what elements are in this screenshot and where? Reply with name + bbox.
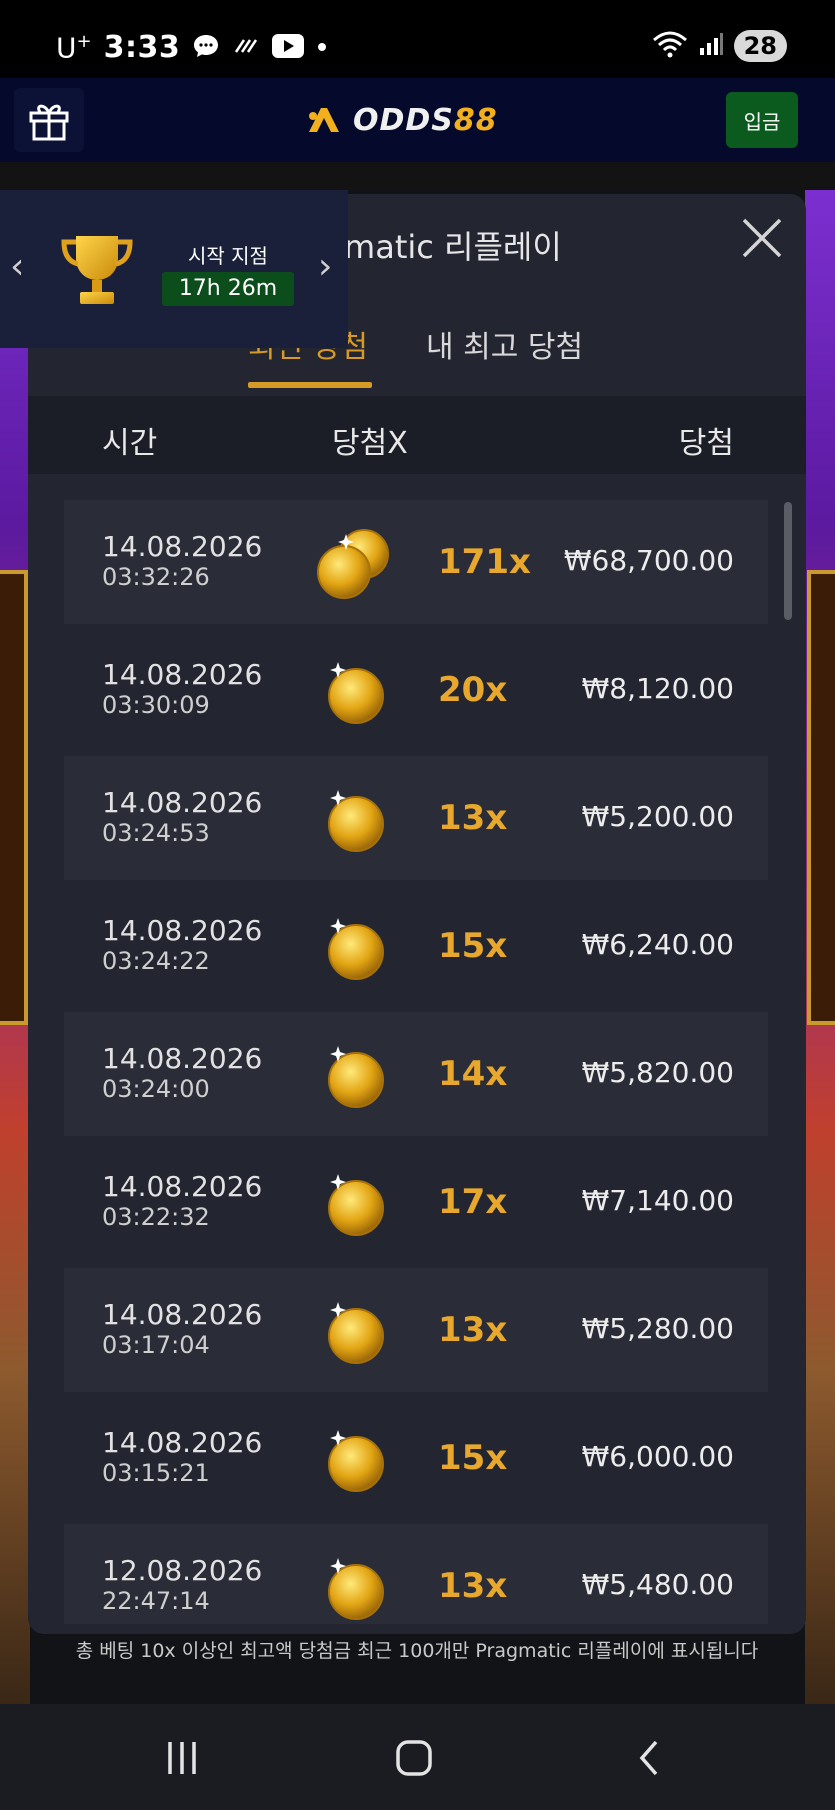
row-amount: ₩68,700.00 (563, 544, 734, 577)
row-time: 03:30:09 (102, 691, 210, 719)
chat-icon (192, 33, 220, 63)
dot-icon (316, 38, 328, 57)
status-right: 28 (652, 30, 787, 62)
tournament-banner[interactable]: ‹ 시작 지점 17h 26m › (0, 190, 348, 348)
row-time: 03:15:21 (102, 1459, 210, 1487)
recent-apps-icon[interactable] (164, 1736, 200, 1780)
row-multiplier: 14x (438, 1054, 508, 1094)
row-time: 03:32:26 (102, 563, 210, 591)
row-amount: ₩8,120.00 (581, 672, 734, 705)
row-date: 14.08.2026 (102, 1298, 263, 1331)
close-button[interactable] (740, 216, 784, 260)
gift-button[interactable] (14, 88, 84, 152)
row-amount: ₩7,140.00 (581, 1184, 734, 1217)
row-time: 03:17:04 (102, 1331, 210, 1359)
app-header: ODDS88 입금 (0, 78, 835, 162)
row-time: 03:24:53 (102, 819, 210, 847)
deposit-button[interactable]: 입금 (726, 92, 798, 148)
row-date: 14.08.2026 (102, 1170, 263, 1203)
row-amount: ₩5,820.00 (581, 1056, 734, 1089)
row-time: 03:24:22 (102, 947, 210, 975)
row-multiplier: 13x (438, 1566, 508, 1606)
system-nav-bar (0, 1704, 835, 1810)
column-multiplier: 당첨X (332, 426, 408, 461)
game-top-strip (0, 162, 835, 190)
win-row[interactable]: 14.08.2026 03:30:09 20x ₩8,120.00 (64, 628, 768, 752)
replay-modal: Pragmatic 리플레이 최신 당첨 내 최고 당첨 시간 당첨X 당첨 1… (28, 194, 806, 1634)
status-left: U+ 3:33 (56, 30, 328, 65)
coin-icon (328, 1302, 384, 1364)
wins-list[interactable]: 14.08.2026 03:32:26 171x ₩68,700.00 14.0… (64, 500, 768, 1624)
tab-my-best-wins[interactable]: 내 최고 당첨 (426, 322, 583, 366)
row-date: 14.08.2026 (102, 530, 263, 563)
replay-footnote: 총 베팅 10x 이상인 최고액 당첨금 최근 100개만 Pragmatic … (75, 1640, 759, 1662)
logo-text: ODDS88 (353, 102, 498, 138)
win-row[interactable]: 12.08.2026 22:47:14 13x ₩5,480.00 (64, 1524, 768, 1624)
status-bar: U+ 3:33 28 (0, 0, 835, 78)
carrier-label: U+ (56, 30, 92, 65)
row-multiplier: 17x (438, 1182, 508, 1222)
row-multiplier: 13x (438, 1310, 508, 1350)
row-date: 12.08.2026 (102, 1554, 263, 1587)
row-amount: ₩6,000.00 (581, 1440, 734, 1473)
win-row[interactable]: 14.08.2026 03:24:22 15x ₩6,240.00 (64, 884, 768, 1008)
coin-icon (328, 1174, 384, 1236)
wifi-icon (652, 30, 688, 62)
trophy-icon (61, 236, 133, 304)
youtube-icon (272, 33, 305, 62)
row-multiplier: 171x (438, 542, 531, 582)
game-frame-right (807, 570, 835, 1025)
win-row[interactable]: 14.08.2026 03:24:00 14x ₩5,820.00 (64, 1012, 768, 1136)
row-amount: ₩5,480.00 (581, 1568, 734, 1601)
game-frame-left (0, 570, 28, 1025)
list-scrollbar[interactable] (784, 502, 792, 620)
battery-indicator: 28 (733, 30, 787, 62)
prev-arrow-icon[interactable]: ‹ (10, 246, 24, 287)
win-row[interactable]: 14.08.2026 03:32:26 171x ₩68,700.00 (64, 500, 768, 624)
win-row[interactable]: 14.08.2026 03:24:53 13x ₩5,200.00 (64, 756, 768, 880)
row-amount: ₩5,200.00 (581, 800, 734, 833)
coin-icon (328, 1430, 384, 1492)
back-icon[interactable] (634, 1736, 664, 1780)
coins-icon (317, 529, 389, 599)
clock: 3:33 (103, 30, 181, 65)
row-date: 14.08.2026 (102, 1426, 263, 1459)
row-multiplier: 15x (438, 926, 508, 966)
tournament-label: 시작 지점 (188, 244, 268, 268)
gift-icon (29, 104, 69, 141)
logo-mark-icon (309, 108, 339, 132)
active-tab-indicator (248, 382, 372, 388)
coin-icon (328, 1558, 384, 1620)
win-row[interactable]: 14.08.2026 03:17:04 13x ₩5,280.00 (64, 1268, 768, 1392)
row-date: 14.08.2026 (102, 658, 263, 691)
odds88-logo[interactable]: ODDS88 (305, 92, 498, 148)
row-time: 22:47:14 (102, 1587, 210, 1615)
row-multiplier: 15x (438, 1438, 508, 1478)
row-date: 14.08.2026 (102, 786, 263, 819)
coin-icon (328, 662, 384, 724)
row-multiplier: 13x (438, 798, 508, 838)
coin-icon (328, 790, 384, 852)
column-header: 시간 당첨X 당첨 (28, 396, 806, 474)
row-amount: ₩6,240.00 (581, 928, 734, 961)
row-amount: ₩5,280.00 (581, 1312, 734, 1345)
coin-icon (328, 1046, 384, 1108)
row-date: 14.08.2026 (102, 1042, 263, 1075)
row-time: 03:22:32 (102, 1203, 210, 1231)
coin-icon (328, 918, 384, 980)
win-row[interactable]: 14.08.2026 03:15:21 15x ₩6,000.00 (64, 1396, 768, 1520)
column-win: 당첨 (678, 426, 734, 461)
close-icon (742, 218, 782, 258)
signal-slash-icon (232, 36, 260, 60)
row-multiplier: 20x (438, 670, 508, 710)
tournament-timer: 17h 26m (162, 272, 294, 306)
column-time: 시간 (102, 426, 158, 461)
home-icon[interactable] (394, 1736, 434, 1780)
cell-signal-icon (698, 31, 724, 61)
next-arrow-icon[interactable]: › (318, 246, 332, 287)
row-time: 03:24:00 (102, 1075, 210, 1103)
win-row[interactable]: 14.08.2026 03:22:32 17x ₩7,140.00 (64, 1140, 768, 1264)
row-date: 14.08.2026 (102, 914, 263, 947)
